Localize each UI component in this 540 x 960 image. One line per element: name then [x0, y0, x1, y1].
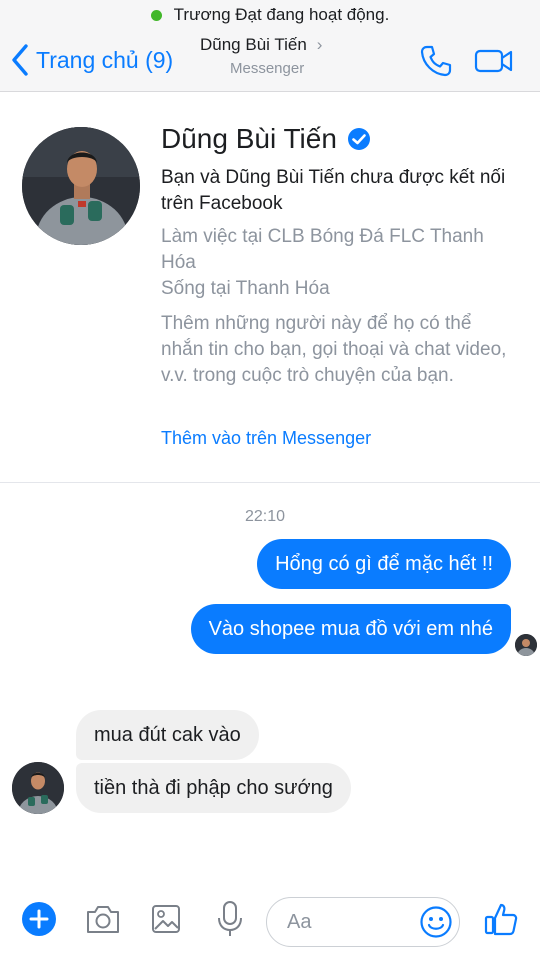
lives-in-text: Sống tại Thanh Hóa [161, 278, 330, 299]
profile-name-row: Dũng Bùi Tiến [161, 123, 371, 155]
image-icon[interactable] [150, 902, 182, 936]
conversation-subtitle: Messenger [230, 60, 305, 77]
back-label: Trang chủ (9) [36, 46, 174, 73]
avatar-image [22, 127, 140, 245]
connection-status-text: Bạn và Dũng Bùi Tiến chưa được kết nối t… [161, 167, 506, 214]
phone-icon[interactable] [419, 44, 453, 78]
plus-glyph [29, 909, 49, 929]
conversation-header: Trương Đạt đang hoạt động. Trang chủ (9)… [0, 0, 540, 92]
incoming-message-bubble[interactable]: tiền thà đi phập cho sướng [76, 763, 351, 813]
sender-avatar-image [12, 762, 64, 814]
emoji-icon[interactable] [419, 905, 453, 939]
plus-icon[interactable] [22, 902, 56, 936]
contact-name: Dũng Bùi Tiến [200, 35, 307, 54]
back-chevron-icon [12, 44, 28, 76]
seen-indicator-avatar [515, 634, 537, 656]
add-on-messenger-link[interactable]: Thêm vào trên Messenger [161, 425, 371, 451]
video-camera-icon[interactable] [474, 46, 514, 76]
outgoing-message-bubble[interactable]: Hổng có gì để mặc hết !! [257, 539, 511, 589]
active-dot-icon [150, 9, 162, 21]
contact-profile-card: Dũng Bùi Tiến Bạn và Dũng Bùi Tiến chưa … [0, 93, 540, 483]
back-button[interactable]: Trang chủ (9) [10, 42, 173, 78]
active-status-bar: Trương Đạt đang hoạt động. [0, 2, 540, 28]
message-input-box[interactable] [266, 897, 460, 947]
incoming-message-bubble[interactable]: mua đút cak vào [76, 710, 259, 760]
profile-name: Dũng Bùi Tiến [161, 123, 337, 154]
work-info-text: Làm việc tại CLB Bóng Đá FLC Thanh Hóa [161, 226, 484, 273]
active-status-text: Trương Đạt đang hoạt động. [173, 5, 390, 24]
message-input[interactable] [287, 908, 407, 936]
add-contact-note: Thêm những người này để họ có thể nhắn t… [161, 313, 507, 386]
sender-avatar[interactable] [12, 762, 64, 814]
camera-icon[interactable] [85, 902, 121, 936]
verified-badge-icon [347, 128, 370, 150]
outgoing-message-bubble[interactable]: Vào shopee mua đồ với em nhé [190, 604, 511, 654]
message-composer [0, 880, 540, 960]
thumbs-up-icon[interactable] [484, 902, 518, 936]
conversation-title[interactable]: Dũng Bùi Tiến › Messenger [200, 35, 350, 77]
microphone-icon[interactable] [216, 900, 244, 938]
chevron-right-icon: › [316, 35, 323, 54]
profile-avatar[interactable] [22, 127, 140, 245]
seen-avatar-image [515, 634, 537, 656]
message-timestamp: 22:10 [244, 508, 286, 525]
